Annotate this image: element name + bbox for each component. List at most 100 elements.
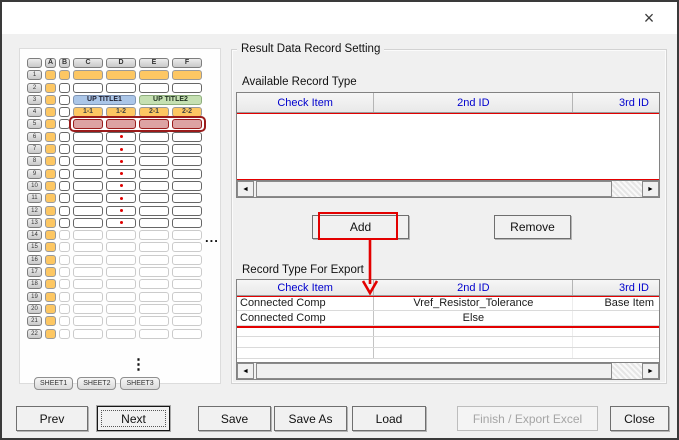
scrollbar-track[interactable] — [612, 363, 642, 379]
table-body[interactable]: Connected CompVref_Resistor_ToleranceBas… — [237, 296, 659, 362]
grid-cell — [106, 242, 136, 252]
grid-row: 16 — [27, 255, 202, 265]
close-icon[interactable]: × — [635, 5, 663, 31]
grid-cell — [45, 329, 56, 339]
grid-cell — [139, 83, 169, 93]
grid-cell: 20 — [27, 304, 42, 314]
grid-cell — [139, 70, 169, 80]
column-header[interactable]: Check Item — [237, 93, 373, 112]
table-cell — [572, 311, 659, 325]
grid-cell — [45, 156, 56, 166]
grid-cell — [106, 132, 136, 142]
table-body[interactable] — [237, 113, 659, 180]
sheet-tab-sheet1[interactable]: SHEET1 — [34, 377, 73, 390]
grid-cell — [73, 181, 103, 191]
grid-cell — [139, 230, 169, 240]
grid-cell — [139, 132, 169, 142]
load-button[interactable]: Load — [352, 406, 426, 431]
preview-grid: ABCDEF123UP TITLE1UP TITLE241-11-22-12-2… — [27, 58, 202, 341]
grid-cell — [106, 156, 136, 166]
close-button[interactable]: Close — [610, 406, 669, 431]
table-cell: Connected Comp — [237, 296, 373, 310]
grid-row: 8 — [27, 156, 202, 166]
grid-cell: F — [172, 58, 202, 68]
column-header[interactable]: 2nd ID — [373, 280, 572, 295]
grid-cell — [45, 230, 56, 240]
grid-cell — [59, 169, 70, 179]
grid-cell — [139, 144, 169, 154]
table-row[interactable]: Connected CompVref_Resistor_ToleranceBas… — [237, 296, 659, 311]
empty-row[interactable] — [237, 337, 659, 348]
grid-cell: 11 — [27, 193, 42, 203]
scrollbar-track[interactable] — [612, 181, 642, 197]
grid-cell — [106, 218, 136, 228]
grid-cell: E — [139, 58, 169, 68]
next-button[interactable]: Next — [97, 406, 170, 431]
horizontal-scrollbar[interactable]: ◄► — [237, 180, 659, 197]
remove-button[interactable]: Remove — [494, 215, 571, 239]
scrollbar-thumb[interactable] — [256, 181, 612, 197]
sheet-tab-sheet2[interactable]: SHEET2 — [77, 377, 116, 390]
grid-row: 13 — [27, 218, 202, 228]
empty-row[interactable] — [237, 348, 659, 359]
horizontal-scrollbar[interactable]: ◄► — [237, 362, 659, 379]
grid-cell — [172, 267, 202, 277]
prev-button[interactable]: Prev — [16, 406, 88, 431]
grid-cell — [59, 329, 70, 339]
red-highlight-box — [237, 113, 659, 180]
grid-row: 5 — [27, 119, 202, 129]
grid-cell — [139, 304, 169, 314]
grid-cell — [59, 242, 70, 252]
grid-cell — [59, 107, 70, 117]
grid-cell: UP TITLE2 — [139, 95, 202, 105]
table-cell — [237, 326, 373, 336]
column-header[interactable]: 2nd ID — [373, 93, 572, 112]
grid-cell — [45, 193, 56, 203]
grid-cell — [139, 169, 169, 179]
column-header[interactable]: 3rd ID — [572, 93, 659, 112]
grid-cell — [45, 119, 56, 129]
grid-cell — [139, 156, 169, 166]
grid-cell: 17 — [27, 267, 42, 277]
scroll-right-icon[interactable]: ► — [642, 363, 659, 379]
save-as-button[interactable]: Save As — [274, 406, 347, 431]
column-header[interactable]: Check Item — [237, 280, 373, 295]
grid-row: 11 — [27, 193, 202, 203]
sheet-tab-sheet3[interactable]: SHEET3 — [120, 377, 159, 390]
scroll-right-icon[interactable]: ► — [642, 181, 659, 197]
grid-cell — [139, 279, 169, 289]
save-button[interactable]: Save — [198, 406, 271, 431]
empty-row[interactable] — [237, 326, 659, 337]
grid-cell — [73, 156, 103, 166]
scroll-left-icon[interactable]: ◄ — [237, 181, 254, 197]
grid-cell: 5 — [27, 119, 42, 129]
grid-row: 18 — [27, 279, 202, 289]
grid-cell — [45, 83, 56, 93]
grid-cell — [45, 107, 56, 117]
column-header[interactable]: 3rd ID — [572, 280, 659, 295]
add-button[interactable]: Add — [312, 215, 409, 239]
grid-cell — [59, 292, 70, 302]
grid-cell — [139, 119, 169, 129]
grid-cell — [59, 206, 70, 216]
scrollbar-thumb[interactable] — [256, 363, 612, 379]
close-label: Close — [624, 412, 655, 426]
grid-cell — [172, 156, 202, 166]
available-record-table[interactable]: Check Item2nd ID3rd ID◄► — [236, 92, 660, 198]
grid-cell — [139, 267, 169, 277]
export-record-table[interactable]: Check Item2nd ID3rd IDConnected CompVref… — [236, 279, 660, 380]
grid-cell — [45, 169, 56, 179]
grid-cell — [59, 181, 70, 191]
scroll-left-icon[interactable]: ◄ — [237, 363, 254, 379]
grid-cell — [45, 144, 56, 154]
group-title: Result Data Record Setting — [237, 43, 384, 55]
grid-cell: 13 — [27, 218, 42, 228]
grid-cell — [27, 58, 42, 68]
grid-cell — [172, 218, 202, 228]
grid-cell: 7 — [27, 144, 42, 154]
table-row[interactable]: Connected CompElse — [237, 311, 659, 326]
finish-export-excel-button[interactable]: Finish / Export Excel — [457, 406, 598, 431]
grid-cell: 2 — [27, 83, 42, 93]
grid-cell — [73, 230, 103, 240]
grid-cell — [59, 267, 70, 277]
